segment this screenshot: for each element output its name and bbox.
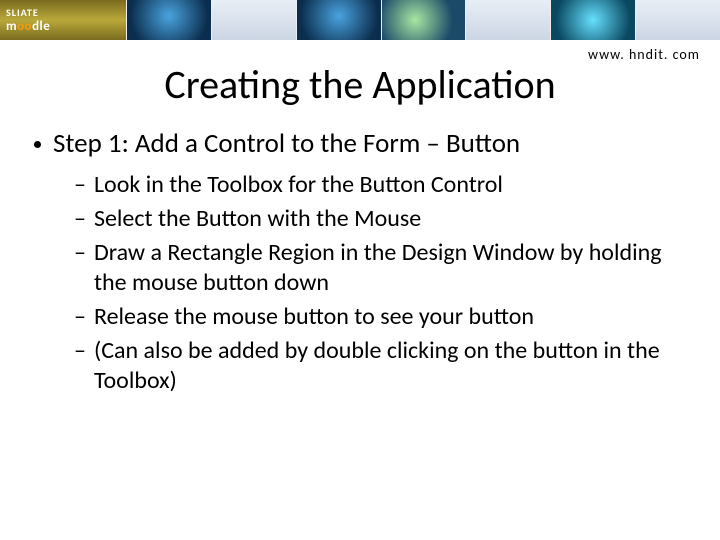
slide-title: Creating the Application	[0, 60, 720, 109]
bullet-text: Draw a Rectangle Region in the Design Wi…	[94, 238, 686, 298]
logo-top-text: SLIATE	[6, 6, 126, 19]
banner-logo: SLIATE moodle	[0, 0, 126, 40]
banner-cell	[465, 0, 550, 40]
bullet-level2: – Select the Button with the Mouse	[74, 204, 686, 234]
url-text: www. hndit. com	[588, 46, 700, 63]
banner-cell	[550, 0, 635, 40]
dash-icon: –	[74, 238, 86, 268]
bullet-text: (Can also be added by double clicking on…	[94, 336, 686, 396]
banner-cell	[381, 0, 466, 40]
dash-icon: –	[74, 170, 86, 200]
logo-bottom-text: moodle	[6, 19, 126, 34]
dash-icon: –	[74, 302, 86, 332]
banner-cell	[296, 0, 381, 40]
bullet-level1: Step 1: Add a Control to the Form – Butt…	[34, 127, 686, 160]
dash-icon: –	[74, 204, 86, 234]
bullet-text: Select the Button with the Mouse	[94, 204, 421, 234]
bullet-text: Step 1: Add a Control to the Form – Butt…	[53, 127, 520, 160]
bullet-level2: – Look in the Toolbox for the Button Con…	[74, 170, 686, 200]
bullet-dot-icon	[34, 141, 41, 148]
header-banner: SLIATE moodle	[0, 0, 720, 40]
banner-images	[126, 0, 720, 40]
banner-cell	[126, 0, 211, 40]
slide: SLIATE moodle www. hndit. com Creating t…	[0, 0, 720, 540]
slide-body: Step 1: Add a Control to the Form – Butt…	[0, 127, 720, 396]
bullet-level2: – (Can also be added by double clicking …	[74, 336, 686, 396]
bullet-level2: – Draw a Rectangle Region in the Design …	[74, 238, 686, 298]
banner-cell	[211, 0, 296, 40]
dash-icon: –	[74, 336, 86, 366]
bullet-level2: – Release the mouse button to see your b…	[74, 302, 686, 332]
banner-cell	[635, 0, 720, 40]
bullet-text: Release the mouse button to see your but…	[94, 302, 534, 332]
bullet-text: Look in the Toolbox for the Button Contr…	[94, 170, 503, 200]
